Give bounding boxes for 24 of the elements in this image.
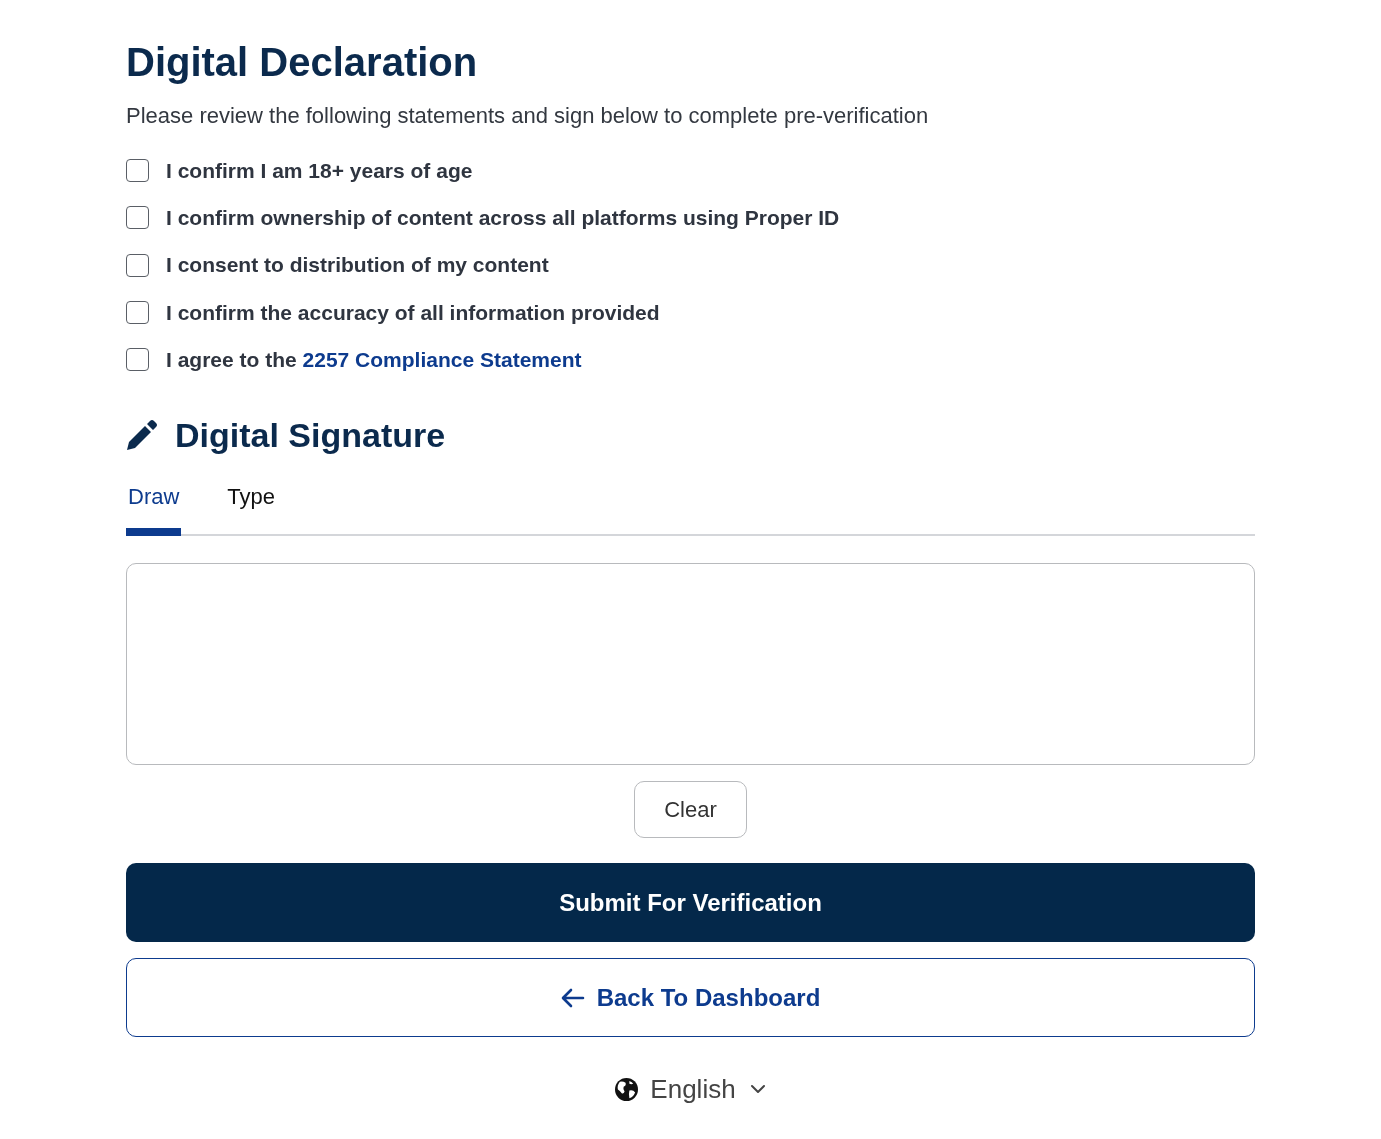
language-select[interactable]: English — [615, 1071, 766, 1108]
statement-label: I agree to the 2257 Compliance Statement — [166, 346, 582, 373]
globe-icon — [615, 1078, 639, 1101]
checkbox[interactable] — [126, 348, 149, 372]
pencil-icon — [126, 419, 158, 452]
section-heading: Digital Signature — [175, 415, 446, 456]
statement-label: I confirm the accuracy of all information provided — [166, 299, 660, 326]
statement-label: I confirm ownership of content across all platforms using Proper ID — [166, 204, 840, 231]
back-button[interactable]: Back To Dashboard — [126, 958, 1255, 1038]
compliance-link[interactable]: 2257 Compliance Statement — [302, 347, 582, 371]
checkbox[interactable] — [126, 206, 149, 230]
checkbox[interactable] — [126, 253, 149, 277]
arrow-left-icon — [560, 988, 585, 1008]
chevron-down-icon — [749, 1084, 766, 1095]
statement-label: I consent to distribution of my content — [166, 252, 549, 279]
statement-label: I confirm I am 18+ years of age — [166, 157, 473, 184]
tab[interactable]: Draw — [126, 475, 182, 537]
page-title: Digital Declaration — [126, 39, 478, 86]
page-subtitle: Please review the following statements and sign below to complete pre-verification — [126, 102, 929, 130]
checkbox[interactable] — [126, 301, 149, 325]
checkbox[interactable] — [126, 159, 149, 183]
tab[interactable]: Type — [225, 475, 278, 537]
clear-button[interactable]: Clear — [634, 781, 747, 839]
submit-button[interactable]: Submit For Verification — [126, 863, 1255, 943]
